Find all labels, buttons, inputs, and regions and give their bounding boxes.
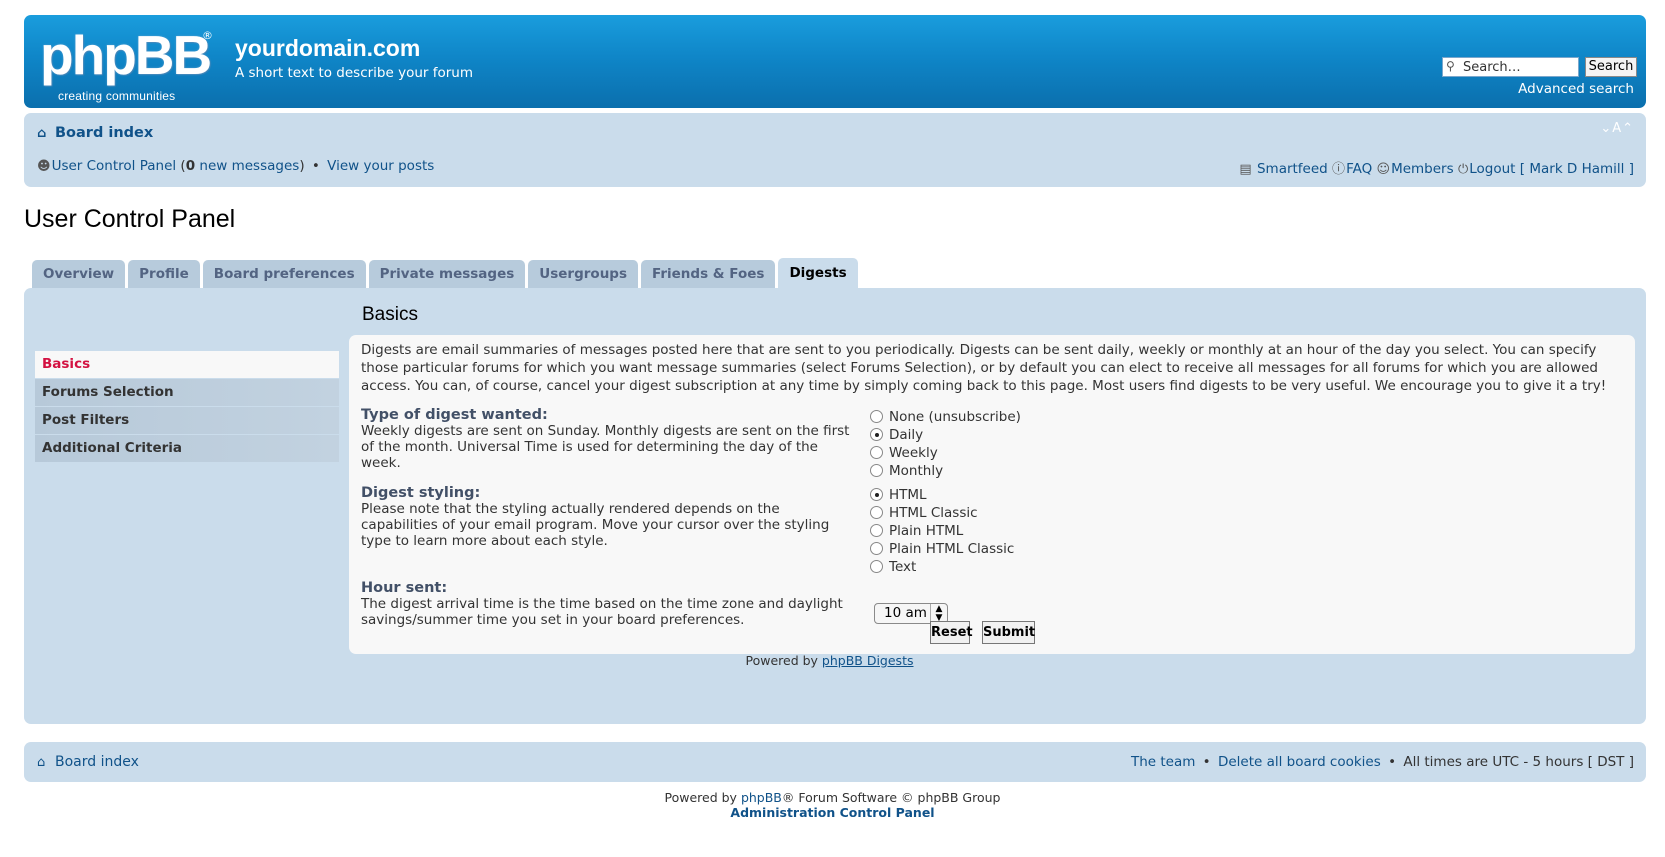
sidebar-item-basics[interactable]: Basics bbox=[35, 351, 339, 378]
tab-usergroups[interactable]: Usergroups bbox=[528, 260, 638, 288]
radio-option[interactable]: Text bbox=[870, 558, 1014, 576]
digest-styling-field: Digest styling: Please note that the sty… bbox=[361, 485, 856, 549]
new-messages-link[interactable]: new messages bbox=[199, 158, 299, 174]
radio-option[interactable]: HTML bbox=[870, 486, 1014, 504]
copyright: Powered by phpBB® Forum Software © phpBB… bbox=[664, 790, 1001, 820]
radio-option[interactable]: Plain HTML bbox=[870, 522, 1014, 540]
intro-text: Digests are email summaries of messages … bbox=[361, 342, 1607, 394]
home-icon: ⌂ bbox=[37, 755, 46, 770]
section-title: Basics bbox=[362, 304, 418, 325]
tab-board-preferences[interactable]: Board preferences bbox=[202, 260, 366, 288]
digests-panel: Basics Forums Selection Post Filters Add… bbox=[24, 288, 1646, 724]
tab-private-messages[interactable]: Private messages bbox=[368, 260, 526, 288]
radio-button[interactable] bbox=[870, 428, 883, 441]
phpbb-logo[interactable]: phpBB ® creating communities bbox=[40, 24, 215, 103]
radio-button[interactable] bbox=[870, 410, 883, 423]
username: Mark D Hamill bbox=[1529, 161, 1625, 177]
digest-type-label: Type of digest wanted: bbox=[361, 407, 548, 423]
members-icon: ☺ bbox=[1376, 162, 1391, 177]
site-description: A short text to describe your forum bbox=[235, 65, 474, 81]
breadcrumb: ⌂ Board index bbox=[37, 125, 153, 141]
team-link[interactable]: The team bbox=[1131, 754, 1195, 770]
tab-profile[interactable]: Profile bbox=[128, 260, 200, 288]
radio-button[interactable] bbox=[870, 464, 883, 477]
hour-sent-label: Hour sent: bbox=[361, 580, 448, 596]
radio-option[interactable]: None (unsubscribe) bbox=[870, 408, 1021, 426]
footer-bar: ⌂ Board index The team • Delete all board… bbox=[24, 742, 1646, 782]
members-link[interactable]: Members bbox=[1391, 161, 1454, 177]
digest-type-description: Weekly digests are sent on Sunday. Month… bbox=[361, 423, 850, 471]
board-index-link[interactable]: Board index bbox=[55, 125, 153, 141]
radio-button[interactable] bbox=[870, 446, 883, 459]
submit-button[interactable]: Submit bbox=[982, 621, 1035, 644]
page-title: User Control Panel bbox=[24, 205, 236, 233]
separator-bullet: • bbox=[311, 158, 320, 174]
faq-icon: ⓘ bbox=[1332, 162, 1346, 177]
radio-option[interactable]: Plain HTML Classic bbox=[870, 540, 1014, 558]
advanced-search-link[interactable]: Advanced search bbox=[1518, 81, 1634, 97]
acp-link[interactable]: Administration Control Panel bbox=[730, 805, 934, 820]
logo-registered-mark: ® bbox=[202, 29, 213, 42]
digest-type-options: None (unsubscribe) Daily Weekly Monthly bbox=[870, 408, 1021, 480]
site-header: phpBB ® creating communities yourdomain.… bbox=[24, 15, 1646, 108]
radio-button[interactable] bbox=[870, 524, 883, 537]
board-links: ▤ Smartfeed ⓘFAQ ☺Members ⏻Logout [ Mark… bbox=[1239, 158, 1634, 177]
tab-overview[interactable]: Overview bbox=[32, 260, 126, 288]
power-icon: ⏻ bbox=[1457, 162, 1469, 177]
tab-digests[interactable]: Digests bbox=[778, 258, 858, 288]
digest-styling-label: Digest styling: bbox=[361, 485, 481, 501]
hour-sent-description: The digest arrival time is the time base… bbox=[361, 596, 843, 628]
sidebar-menu: Basics Forums Selection Post Filters Add… bbox=[35, 351, 339, 463]
tab-friends-foes[interactable]: Friends & Foes bbox=[641, 260, 776, 288]
ucp-tabs: Overview Profile Board preferences Priva… bbox=[32, 258, 861, 288]
hour-sent-field: Hour sent: The digest arrival time is th… bbox=[361, 580, 856, 628]
phpbb-link[interactable]: phpBB bbox=[741, 790, 782, 805]
hour-select-value: 10 am bbox=[884, 605, 927, 621]
font-size-control-icon[interactable]: ⌄A⌃ bbox=[1600, 121, 1634, 136]
radio-option[interactable]: HTML Classic bbox=[870, 504, 1014, 522]
reset-button[interactable]: Reset bbox=[930, 621, 973, 644]
user-links: ☻User Control Panel (0 new messages) • V… bbox=[37, 158, 435, 174]
view-posts-link[interactable]: View your posts bbox=[327, 158, 434, 174]
radio-button[interactable] bbox=[870, 560, 883, 573]
new-messages-count: 0 bbox=[185, 158, 196, 174]
timezone-text: All times are UTC - 5 hours [ DST ] bbox=[1403, 754, 1634, 770]
logo-tagline: creating communities bbox=[58, 89, 176, 103]
search-button[interactable]: Search bbox=[1585, 57, 1637, 77]
logo-text: phpBB bbox=[40, 24, 212, 86]
logout-link[interactable]: Logout [ Mark D Hamill ] bbox=[1469, 161, 1634, 177]
powered-by-digests: Powered by phpBB Digests bbox=[745, 653, 914, 668]
radio-button[interactable] bbox=[870, 488, 883, 501]
faq-link[interactable]: FAQ bbox=[1346, 161, 1372, 177]
radio-option[interactable]: Daily bbox=[870, 426, 1021, 444]
sidebar-item-post-filters[interactable]: Post Filters bbox=[35, 407, 339, 434]
digest-type-field: Type of digest wanted: Weekly digests ar… bbox=[361, 407, 856, 471]
home-icon: ⌂ bbox=[37, 126, 47, 141]
basics-form: Digests are email summaries of messages … bbox=[349, 335, 1635, 654]
footer-board-index-link[interactable]: Board index bbox=[55, 754, 139, 770]
digest-styling-description: Please note that the styling actually re… bbox=[361, 501, 830, 549]
search-input[interactable]: ⚲ Search… bbox=[1442, 57, 1579, 77]
radio-button[interactable] bbox=[870, 542, 883, 555]
sidebar-item-additional-criteria[interactable]: Additional Criteria bbox=[35, 435, 339, 462]
user-icon: ☻ bbox=[37, 159, 51, 174]
site-name: yourdomain.com bbox=[235, 35, 421, 61]
footer-breadcrumb: ⌂ Board index bbox=[37, 754, 139, 770]
radio-option[interactable]: Monthly bbox=[870, 462, 1021, 480]
search-icon: ⚲ bbox=[1446, 59, 1455, 73]
phpbb-digests-link[interactable]: phpBB Digests bbox=[822, 653, 914, 668]
delete-cookies-link[interactable]: Delete all board cookies bbox=[1218, 754, 1381, 770]
search-placeholder: Search… bbox=[1463, 60, 1521, 75]
smartfeed-link[interactable]: Smartfeed bbox=[1257, 161, 1328, 177]
sidebar-item-forums-selection[interactable]: Forums Selection bbox=[35, 379, 339, 406]
nav-bar: ⌂ Board index ⌄A⌃ ☻User Control Panel (0 … bbox=[24, 113, 1646, 187]
radio-button[interactable] bbox=[870, 506, 883, 519]
rss-icon: ▤ bbox=[1239, 162, 1252, 177]
digest-styling-options: HTML HTML Classic Plain HTML Plain HTML … bbox=[870, 486, 1014, 576]
ucp-link[interactable]: User Control Panel bbox=[52, 158, 177, 174]
radio-option[interactable]: Weekly bbox=[870, 444, 1021, 462]
footer-links: The team • Delete all board cookies • Al… bbox=[1130, 754, 1634, 770]
